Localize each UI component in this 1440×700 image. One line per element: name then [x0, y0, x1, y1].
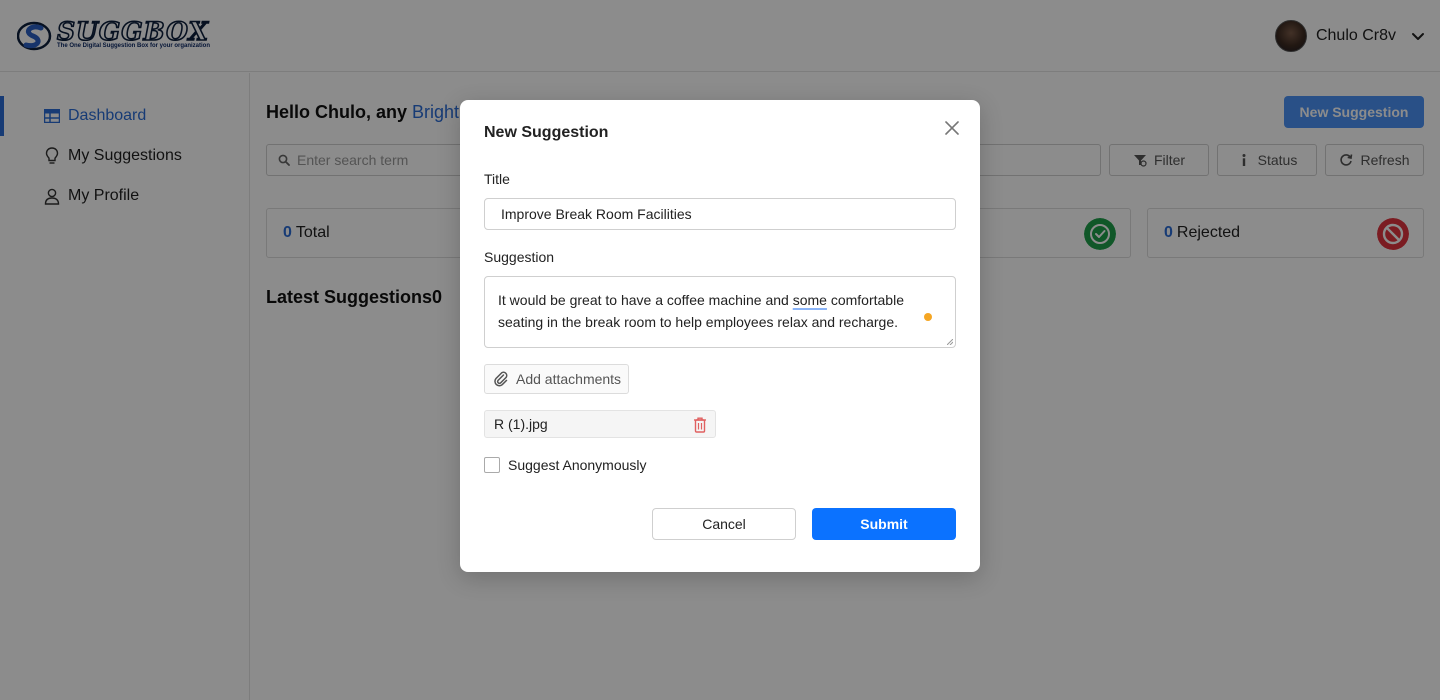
trash-icon[interactable] — [693, 417, 707, 433]
submit-button[interactable]: Submit — [812, 508, 956, 540]
close-icon[interactable] — [944, 120, 960, 136]
attachment-chip: R (1).jpg — [484, 410, 716, 438]
title-input[interactable]: Improve Break Room Facilities — [484, 198, 956, 230]
title-field-label: Title — [484, 171, 510, 187]
attachment-file-name: R (1).jpg — [494, 416, 548, 432]
cancel-button[interactable]: Cancel — [652, 508, 796, 540]
new-suggestion-modal: New Suggestion Title Improve Break Room … — [460, 100, 980, 572]
anonymous-checkbox[interactable] — [484, 457, 500, 473]
suggestion-text-before: It would be great to have a coffee machi… — [498, 292, 793, 308]
resize-handle-icon[interactable] — [947, 339, 953, 345]
spelling-flagged-word[interactable]: some — [793, 292, 827, 308]
grammar-indicator-icon[interactable] — [924, 313, 932, 321]
anonymous-label[interactable]: Suggest Anonymously — [508, 457, 647, 473]
suggestion-field-label: Suggestion — [484, 249, 555, 265]
modal-title: New Suggestion — [484, 124, 609, 141]
attach-label: Add attachments — [516, 371, 622, 387]
suggestion-textarea[interactable]: It would be great to have a coffee machi… — [484, 276, 956, 348]
paperclip-icon — [494, 371, 508, 387]
add-attachments-button[interactable]: Add attachments — [484, 364, 629, 394]
title-input-value: Improve Break Room Facilities — [501, 206, 692, 222]
